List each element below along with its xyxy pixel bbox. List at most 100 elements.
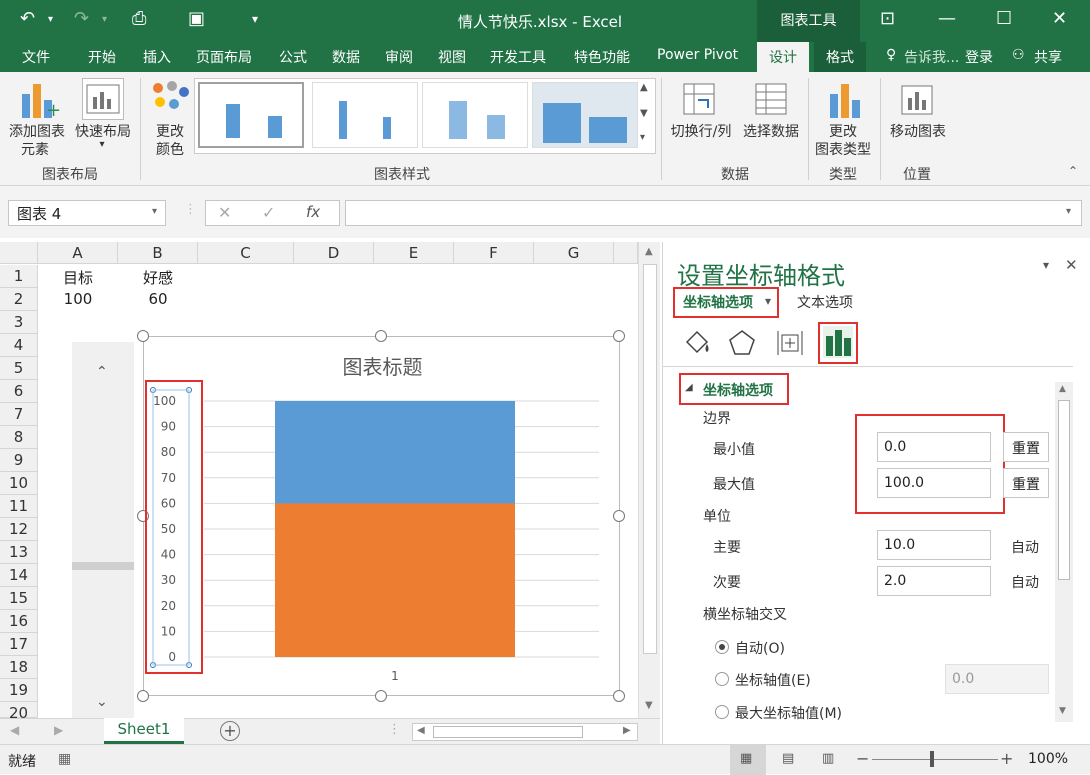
chart-style-3[interactable] [422,82,528,148]
enter-icon[interactable]: ✓ [262,203,275,222]
row-header[interactable]: 10 [0,472,38,495]
bar-series-2[interactable] [275,503,515,657]
move-chart-label[interactable]: 移动图表 [884,121,952,141]
radio-max-axis[interactable] [715,705,729,719]
pane-scrollbar[interactable]: ▲ ▼ [1055,382,1073,722]
radio-axis-value-label[interactable]: 坐标轴值(E) [735,670,811,690]
tell-me-search[interactable]: 告诉我... [904,47,959,67]
change-colors-icon[interactable] [150,80,190,120]
resize-handle[interactable] [613,690,625,702]
quick-layout-label[interactable]: 快速布局 [70,121,136,141]
column-header[interactable]: A [38,242,118,264]
min-value-input[interactable]: 0.0 [877,432,991,462]
cell-a1[interactable]: 目标 [38,267,118,288]
switch-row-column-label[interactable]: 切换行/列 [664,121,738,141]
scroll-up-icon[interactable]: ▲ [645,246,653,257]
insert-function-icon[interactable]: fx [306,203,320,221]
tab-developer[interactable]: 开发工具 [490,47,546,67]
macro-record-icon[interactable]: ▦ [58,751,71,767]
minor-unit-input[interactable]: 2.0 [877,566,991,596]
cell-b1[interactable]: 好感 [118,267,198,288]
add-chart-element-label-2[interactable]: 元素 [10,139,60,159]
tab-formulas[interactable]: 公式 [279,47,307,67]
share-button[interactable]: 共享 [1034,47,1062,67]
undo-icon[interactable]: ↶ [20,8,35,29]
save-icon[interactable]: ▣ [188,8,205,29]
column-header[interactable]: F [454,242,534,264]
scroll-down-icon[interactable]: ▼ [645,700,653,711]
axis-options-icon[interactable] [823,326,853,358]
tab-file[interactable]: 文件 [22,47,50,67]
tab-text-options[interactable]: 文本选项 [797,292,853,312]
sign-in-link[interactable]: 登录 [965,47,993,67]
major-unit-input[interactable]: 10.0 [877,530,991,560]
row-header[interactable]: 3 [0,311,38,334]
row-header[interactable]: 5 [0,357,38,380]
collapse-section-icon[interactable]: ◢ [685,382,693,393]
axis-value-input[interactable]: 0.0 [945,664,1049,694]
column-header[interactable]: C [198,242,294,264]
column-header[interactable]: G [534,242,614,264]
ribbon-display-icon[interactable]: ⊡ [880,8,895,29]
close-icon[interactable]: ✕ [1052,8,1067,29]
chevron-down-icon[interactable]: ▾ [102,14,107,25]
column-header[interactable] [614,242,638,264]
effects-icon[interactable] [727,328,757,358]
tab-special[interactable]: 特色功能 [574,47,630,67]
add-sheet-icon[interactable]: + [220,721,240,741]
cell-a2[interactable]: 100 [38,290,118,308]
tab-format[interactable]: 格式 [814,42,866,72]
normal-view-button[interactable]: ▦ [730,745,766,775]
change-chart-type-label[interactable]: 更改 [810,121,876,141]
gallery-more-icon[interactable]: ▾ [640,132,645,143]
add-chart-element-icon[interactable]: + [16,80,61,121]
scroll-right-icon[interactable]: ▶ [623,725,631,736]
resize-handle[interactable] [375,330,387,342]
zoom-out-icon[interactable]: − [856,749,869,768]
add-chart-element-label[interactable]: 添加图表 [4,121,70,141]
tab-page-layout[interactable]: 页面布局 [196,47,252,67]
chevron-up-icon[interactable]: ⌃ [96,364,108,380]
gallery-scroll-down-icon[interactable]: ▼ [640,108,648,119]
scroll-up-icon[interactable]: ▲ [1059,384,1066,394]
sheet-vertical-scrollbar[interactable]: ▲ ▼ [638,242,660,718]
chart-style-2[interactable] [312,82,418,148]
scroll-left-icon[interactable]: ◀ [417,725,425,736]
section-axis-options[interactable]: 坐标轴选项 [703,380,773,400]
page-layout-view-icon[interactable]: ▤ [782,751,794,766]
zoom-slider[interactable] [872,759,998,760]
customize-qat-icon[interactable]: ▾ [252,12,258,26]
chevron-down-icon[interactable]: ▾ [152,206,157,217]
pane-options-icon[interactable]: ▾ [1043,258,1049,272]
resize-handle[interactable] [137,330,149,342]
zoom-in-icon[interactable]: + [1000,749,1013,768]
resize-handle[interactable] [613,330,625,342]
row-header[interactable]: 1 [0,265,38,288]
row-header[interactable]: 14 [0,564,38,587]
column-header[interactable]: B [118,242,198,264]
print-preview-icon[interactable]: ⎙ [132,8,146,29]
column-header[interactable]: D [294,242,374,264]
tab-view[interactable]: 视图 [438,47,466,67]
row-header[interactable]: 17 [0,633,38,656]
radio-auto-label[interactable]: 自动(O) [735,638,785,658]
scroll-thumb[interactable] [72,562,134,570]
chart-style-1[interactable] [198,82,304,148]
resize-handle[interactable] [137,690,149,702]
row-header[interactable]: 20 [0,702,38,722]
prev-sheet-icon[interactable]: ◀ [10,723,19,737]
close-pane-icon[interactable]: ✕ [1065,256,1078,274]
row-header[interactable]: 9 [0,449,38,472]
tab-power-pivot[interactable]: Power Pivot [657,47,738,63]
splitter-icon[interactable]: ⋮ [184,202,197,217]
minimize-icon[interactable]: — [938,8,956,29]
tab-review[interactable]: 审阅 [385,47,413,67]
gallery-scroll-up-icon[interactable]: ▲ [640,82,648,93]
sheet-tab[interactable]: Sheet1 [104,718,184,744]
row-header[interactable]: 8 [0,426,38,449]
select-data-icon[interactable] [752,80,792,120]
radio-max-axis-label[interactable]: 最大坐标轴值(M) [735,703,842,723]
switch-row-column-icon[interactable] [680,80,720,120]
row-header[interactable]: 4 [0,334,38,357]
row-header[interactable]: 2 [0,288,38,311]
